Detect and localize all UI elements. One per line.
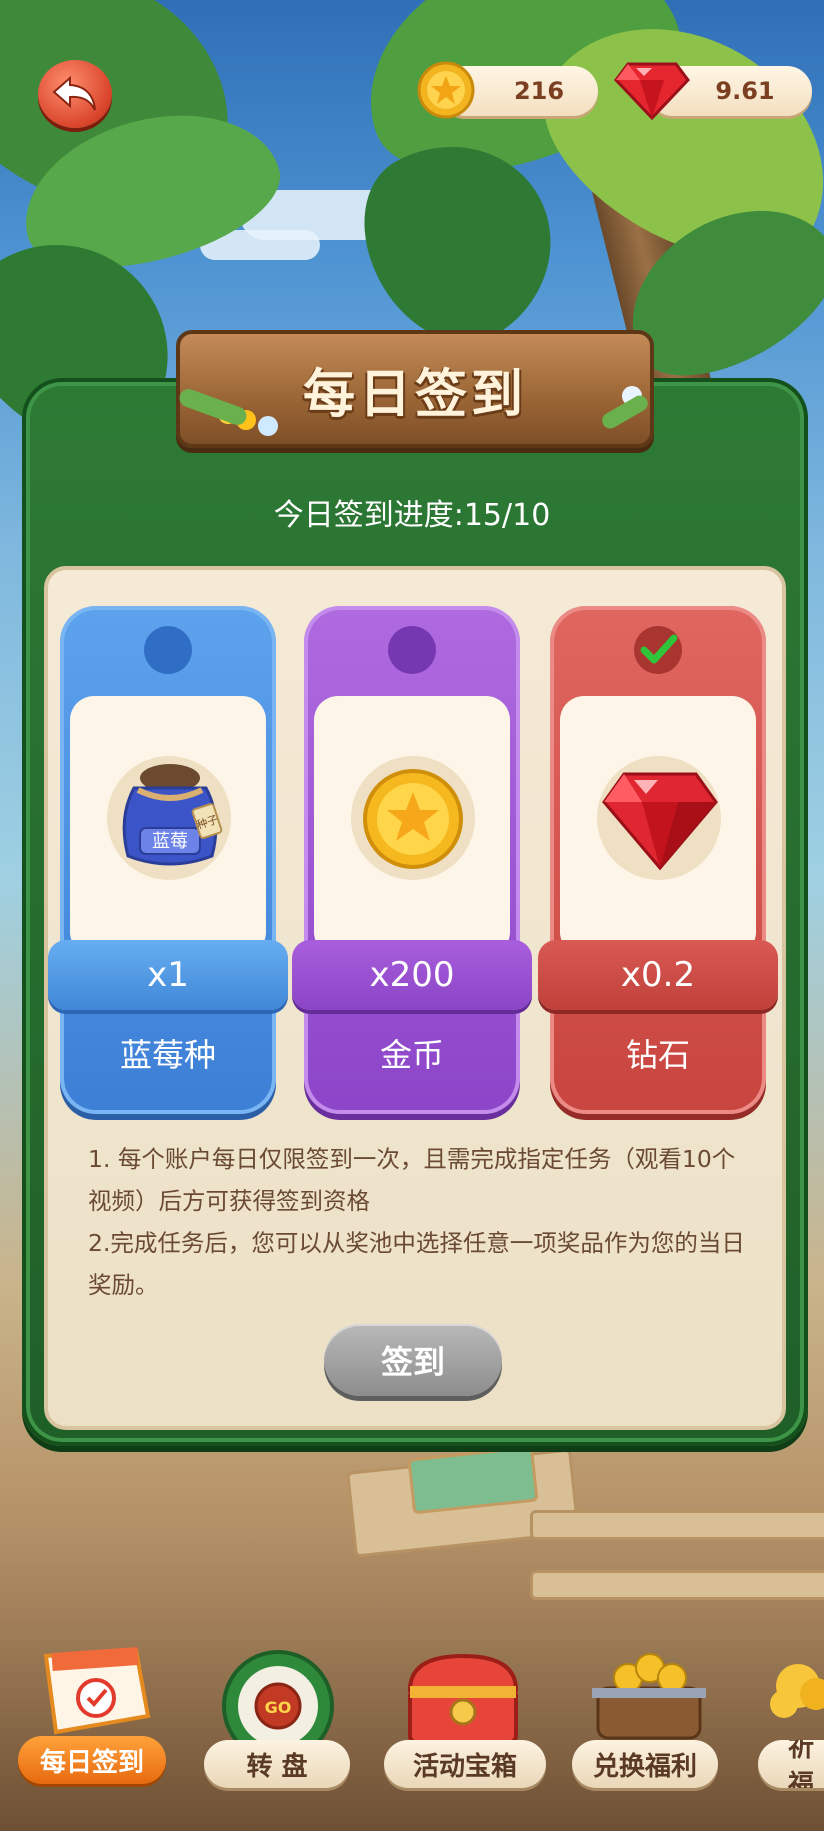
wheel-go-text: GO (265, 1698, 292, 1717)
unchecked-circle-icon (144, 626, 192, 674)
page-title: 每日签到 (302, 364, 527, 425)
reward-name: 蓝莓种 (119, 1036, 216, 1074)
unchecked-circle-icon (388, 626, 436, 674)
reward-card-blueberry-seed[interactable]: 蓝莓 种子 x1 蓝莓种 (48, 606, 288, 1114)
reward-amount: x0.2 (620, 955, 696, 995)
reward-card-face (560, 696, 756, 956)
back-arrow-icon (52, 75, 96, 111)
nav-label-exchange[interactable]: 兑换福利 (572, 1740, 718, 1788)
spin-wheel-icon: GO (222, 1650, 334, 1762)
reward-amount: x200 (369, 955, 455, 995)
reward-amount: x1 (147, 955, 189, 995)
coin-icon (416, 60, 476, 124)
seed-bag-label: 蓝莓 (152, 831, 188, 852)
reward-amount-ribbon: x200 (292, 940, 532, 1010)
rule-item: 2.完成任务后，您可以从奖池中选择任意一项奖品作为您的当日奖励。 (88, 1229, 745, 1299)
reward-name: 钻石 (625, 1036, 690, 1074)
rules-text: 1. 每个账户每日仅限签到一次，且需完成指定任务（观看10个视频）后方可获得签到… (88, 1138, 748, 1306)
reward-card-face: 蓝莓 种子 (70, 696, 266, 956)
nav-item-exchange[interactable] (588, 1644, 710, 1748)
nav-item-prayer[interactable] (770, 1660, 824, 1744)
gold-coin-icon (363, 769, 463, 869)
diamond-balance-value: 9.61 (715, 77, 775, 105)
diamond-reward-icon (602, 772, 718, 871)
calendar-icon (43, 1647, 151, 1735)
checkin-progress: 今日签到进度:15/10 (273, 498, 551, 533)
seed-bag-icon: 蓝莓 种子 (122, 764, 223, 866)
reward-card-coins[interactable]: x200 金币 (292, 606, 532, 1114)
nav-label-treasure-chest[interactable]: 活动宝箱 (384, 1740, 546, 1788)
back-button[interactable] (38, 60, 112, 128)
reward-amount-ribbon: x1 (48, 940, 288, 1010)
nav-label-daily-checkin[interactable]: 每日签到 (18, 1736, 166, 1784)
nav-item-daily-checkin[interactable] (26, 1646, 156, 1750)
title-plank: 每日签到 (176, 330, 654, 448)
nav-label-prayer[interactable]: 祈福 (758, 1740, 824, 1788)
golden-tree-icon (770, 1664, 824, 1718)
rule-item: 1. 每个账户每日仅限签到一次，且需完成指定任务（观看10个视频）后方可获得签到… (88, 1145, 736, 1215)
reward-name: 金币 (379, 1036, 444, 1074)
reward-card-face (314, 696, 510, 956)
treasure-chest-icon (407, 1653, 519, 1744)
reward-card-diamond[interactable]: x0.2 钻石 (538, 606, 778, 1114)
coin-balance-value: 216 (513, 77, 565, 105)
reward-amount-ribbon: x0.2 (538, 940, 778, 1010)
nav-item-wheel[interactable]: GO (218, 1650, 338, 1762)
nav-item-treasure-chest[interactable] (402, 1650, 524, 1750)
nav-label-wheel[interactable]: 转 盘 (204, 1740, 350, 1788)
diamond-icon (614, 58, 690, 126)
check-icon (634, 626, 682, 674)
sign-in-button[interactable]: 签到 (324, 1324, 502, 1396)
gold-cart-icon (592, 1653, 706, 1740)
